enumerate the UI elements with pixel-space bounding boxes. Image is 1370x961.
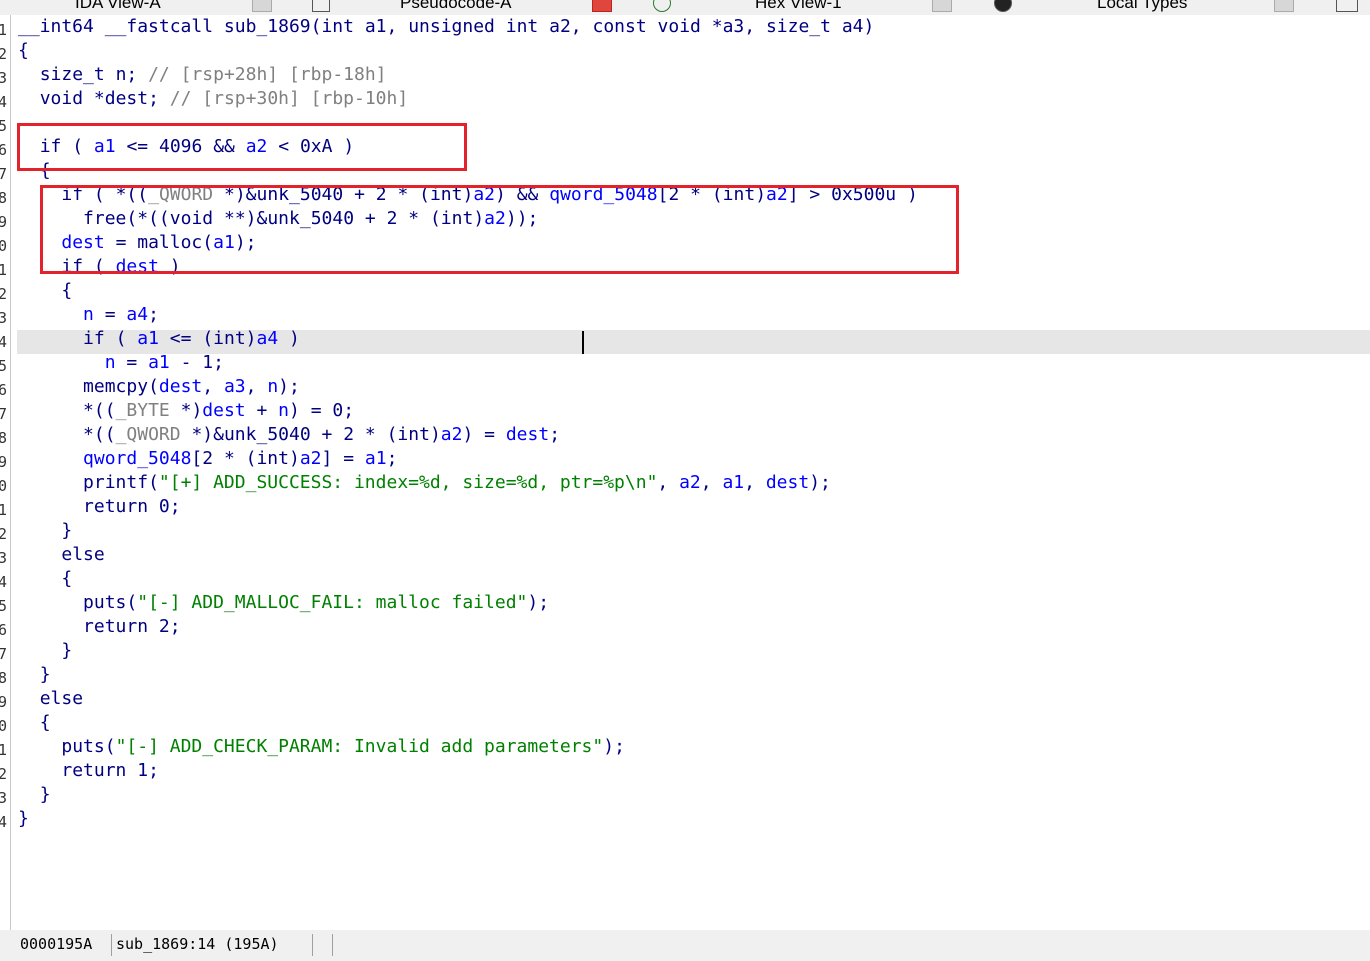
line-number: 9 [0, 693, 8, 711]
line-number: 3 [0, 789, 8, 807]
line-number: 7 [0, 405, 8, 423]
annotation-box-free-malloc [40, 185, 959, 274]
line-number: 9 [0, 213, 8, 231]
line-number: 0 [0, 717, 8, 735]
code-line[interactable]: puts("[-] ADD_CHECK_PARAM: Invalid add p… [18, 735, 625, 759]
line-number: 2 [0, 45, 8, 63]
line-number: 4 [0, 813, 8, 831]
code-line[interactable]: puts("[-] ADD_MALLOC_FAIL: malloc failed… [18, 591, 549, 615]
line-number: 0 [0, 477, 8, 495]
tab-bar: IDA View-A Pseudocode-A Hex View-1 Local… [0, 0, 1370, 15]
hex-view-icon [653, 0, 671, 12]
annotation-box-param-check [17, 123, 467, 171]
restore-icon[interactable] [1336, 0, 1358, 12]
status-divider [111, 934, 112, 956]
status-location: sub_1869:14 (195A) [116, 935, 279, 953]
line-number: 1 [0, 21, 8, 39]
line-number: 6 [0, 141, 8, 159]
line-number: 1 [0, 261, 8, 279]
line-number: 2 [0, 285, 8, 303]
code-line[interactable]: return 0; [18, 495, 181, 519]
code-line[interactable]: { [18, 711, 51, 735]
tab-pseudocode-a[interactable]: Pseudocode-A [400, 0, 512, 15]
code-line[interactable]: size_t n; // [rsp+28h] [rbp-18h] [18, 63, 387, 87]
code-line[interactable]: qword_5048[2 * (int)a2] = a1; [18, 447, 397, 471]
line-number: 0 [0, 237, 8, 255]
status-divider [312, 934, 313, 956]
line-number: 2 [0, 525, 8, 543]
code-line[interactable]: } [18, 663, 51, 687]
close-icon[interactable] [1274, 0, 1294, 12]
code-line[interactable]: else [18, 687, 83, 711]
close-icon[interactable] [932, 0, 952, 12]
code-line[interactable]: *((_BYTE *)dest + n) = 0; [18, 399, 354, 423]
line-number: 3 [0, 309, 8, 327]
code-line[interactable]: { [18, 39, 29, 63]
code-line[interactable]: { [18, 279, 72, 303]
text-caret [582, 331, 584, 354]
line-number: 7 [0, 165, 8, 183]
code-line[interactable]: *((_QWORD *)&unk_5040 + 2 * (int)a2) = d… [18, 423, 560, 447]
status-bar: 0000195A sub_1869:14 (195A) [0, 930, 1370, 961]
line-number: 2 [0, 765, 8, 783]
line-number: 4 [0, 333, 8, 351]
line-number: 9 [0, 453, 8, 471]
line-number: 7 [0, 645, 8, 663]
tab-label: Local Types [1097, 0, 1188, 12]
line-number: 6 [0, 621, 8, 639]
tab-label: Pseudocode-A [400, 0, 512, 12]
code-line[interactable]: } [18, 519, 72, 543]
line-number-gutter: 1 2 3 4 5 6 7 8 9 0 1 2 3 4 5 6 7 8 9 0 1 2 3 4 5 6 7 8 9 0 1 2 3 4 [0, 15, 9, 930]
gutter-divider [10, 15, 11, 930]
code-line[interactable]: void *dest; // [rsp+30h] [rbp-10h] [18, 87, 409, 111]
line-number: 4 [0, 573, 8, 591]
tab-ida-view-a[interactable]: IDA View-A [75, 0, 161, 15]
code-line[interactable]: return 2; [18, 615, 181, 639]
code-line[interactable]: } [18, 807, 29, 831]
code-line[interactable]: { [18, 567, 72, 591]
tab-label: IDA View-A [75, 0, 161, 12]
line-number: 1 [0, 741, 8, 759]
code-line[interactable]: memcpy(dest, a3, n); [18, 375, 300, 399]
code-line[interactable]: printf("[+] ADD_SUCCESS: index=%d, size=… [18, 471, 831, 495]
local-types-icon [994, 0, 1012, 12]
line-number: 8 [0, 189, 8, 207]
line-number: 3 [0, 69, 8, 87]
line-number: 3 [0, 549, 8, 567]
code-line[interactable]: n = a1 - 1; [18, 351, 224, 375]
status-address: 0000195A [20, 935, 93, 953]
line-number: 5 [0, 117, 8, 135]
code-line[interactable]: } [18, 639, 72, 663]
code-line[interactable]: } [18, 783, 51, 807]
code-line[interactable]: __int64 __fastcall sub_1869(int a1, unsi… [18, 15, 874, 39]
close-icon[interactable] [252, 0, 272, 12]
tab-label: Hex View-1 [755, 0, 842, 12]
line-number: 6 [0, 381, 8, 399]
line-number: 5 [0, 597, 8, 615]
line-number: 8 [0, 429, 8, 447]
code-line[interactable]: else [18, 543, 104, 567]
line-number: 4 [0, 93, 8, 111]
tab-local-types[interactable]: Local Types [1097, 0, 1187, 15]
code-line[interactable]: if ( a1 <= (int)a4 ) [18, 327, 300, 351]
tab-hex-view-1[interactable]: Hex View-1 [755, 0, 842, 15]
line-number: 8 [0, 669, 8, 687]
line-number: 5 [0, 357, 8, 375]
code-line[interactable]: return 1; [18, 759, 159, 783]
status-divider [332, 934, 333, 956]
code-line[interactable]: n = a4; [18, 303, 159, 327]
pseudocode-icon [312, 0, 330, 12]
close-icon[interactable] [592, 0, 612, 12]
line-number: 1 [0, 501, 8, 519]
